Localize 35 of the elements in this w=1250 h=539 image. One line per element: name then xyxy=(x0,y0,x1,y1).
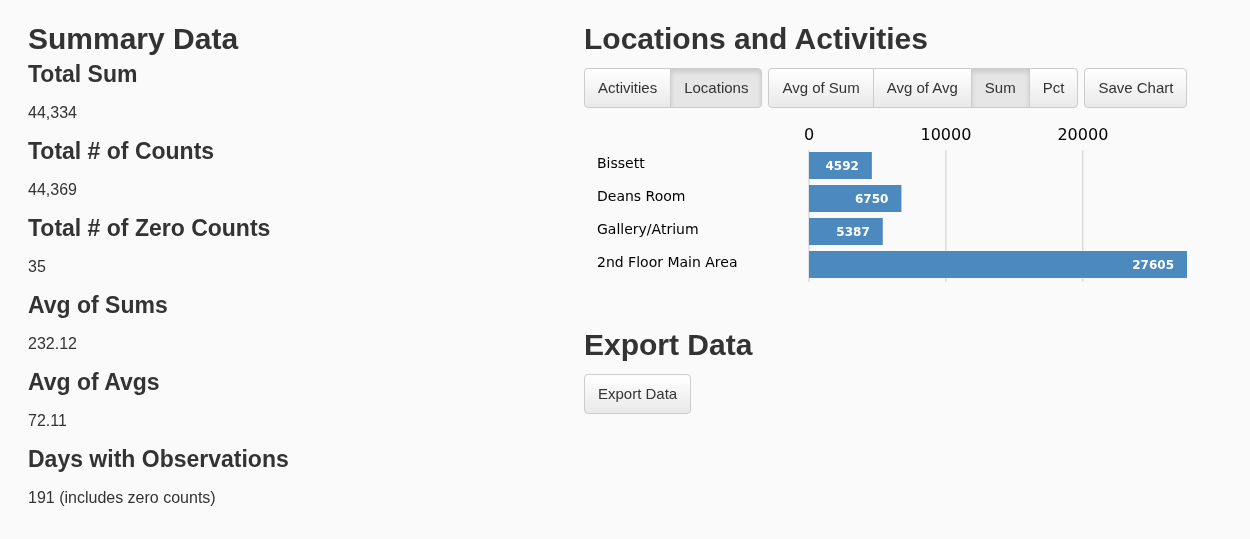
toggle-button[interactable]: Activities xyxy=(584,68,672,108)
section-title: Export Data xyxy=(584,327,754,363)
axis-tick-label: 0 xyxy=(803,125,815,144)
toggle-button[interactable]: Pct xyxy=(1028,68,1079,108)
stat-value: 72.11 xyxy=(28,411,68,431)
category-label: Deans Room xyxy=(597,188,686,204)
stat-label: Total Sum xyxy=(28,60,139,88)
stat-value: 44,369 xyxy=(28,180,78,200)
bar-value-label: 4592 xyxy=(825,159,859,173)
stat-value: 191 (includes zero counts) xyxy=(28,488,217,508)
category-label: Gallery/Atrium xyxy=(597,221,699,237)
save-chart-button[interactable]: Save Chart xyxy=(1084,68,1188,108)
toggle-button[interactable]: Avg of Sum xyxy=(768,68,874,108)
stat-value: 35 xyxy=(28,257,47,277)
bar-value-label: 6750 xyxy=(855,192,889,206)
category-label: 2nd Floor Main Area xyxy=(597,254,738,270)
category-label: Bissett xyxy=(597,155,645,171)
bar-value-label: 27605 xyxy=(1132,258,1174,272)
bar xyxy=(809,152,872,179)
bar-value-label: 5387 xyxy=(836,225,870,239)
stat-value: 44,334 xyxy=(28,103,78,123)
stat-value: 232.12 xyxy=(28,334,78,354)
toggle-button[interactable]: Sum xyxy=(970,68,1030,108)
stat-label: Avg of Sums xyxy=(28,291,169,319)
section-title: Summary Data xyxy=(28,21,240,57)
axis-tick-label: 10000 xyxy=(920,125,972,144)
toggle-button[interactable]: Locations xyxy=(670,68,763,108)
export-button[interactable]: Export Data xyxy=(584,374,692,414)
axis-tick-label: 20000 xyxy=(1057,125,1109,144)
stat-label: Avg of Avgs xyxy=(28,368,161,396)
toggle-button[interactable]: Avg of Avg xyxy=(872,68,972,108)
section-title: Locations and Activities xyxy=(584,21,929,57)
stat-label: Total # of Zero Counts xyxy=(28,214,272,242)
stat-label: Days with Observations xyxy=(28,445,290,473)
stat-label: Total # of Counts xyxy=(28,137,216,165)
